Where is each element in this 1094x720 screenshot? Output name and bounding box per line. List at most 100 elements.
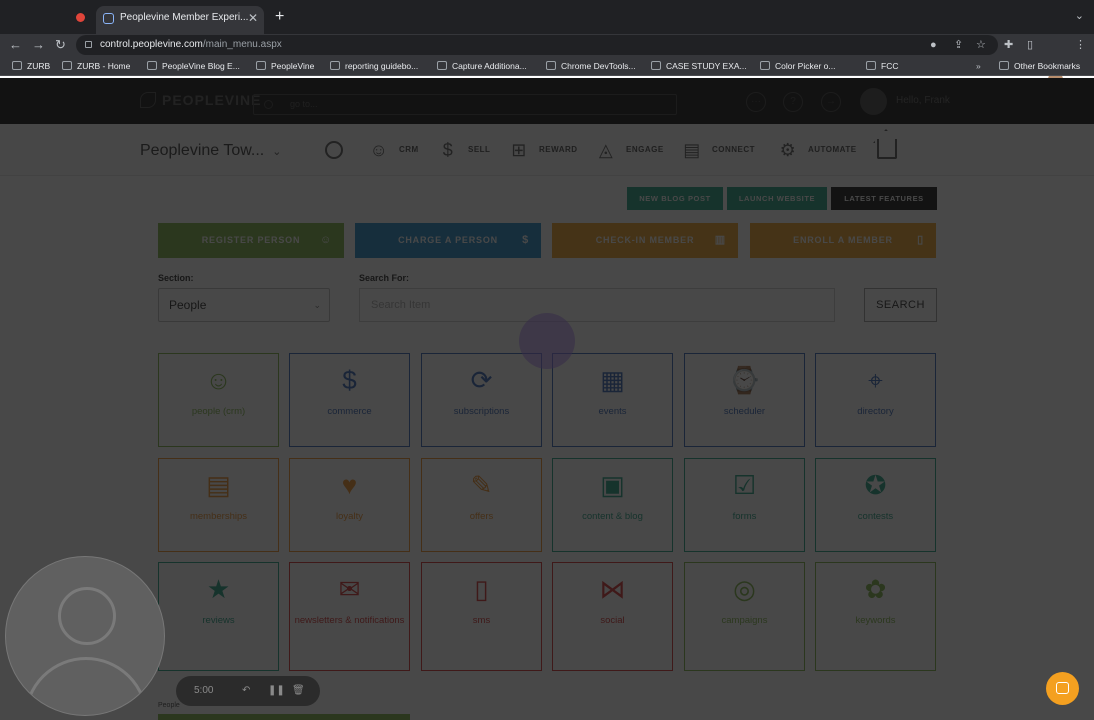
forward-icon[interactable]: → xyxy=(32,37,45,53)
module-tile[interactable]: ⋈ social xyxy=(552,562,673,671)
module-tile[interactable]: ✿ keywords xyxy=(815,562,936,671)
nav-reward[interactable]: ⊞ REWARD xyxy=(507,137,578,163)
module-tile[interactable]: ◎ campaigns xyxy=(684,562,805,671)
chevron-down-icon: ⌄ xyxy=(272,146,282,158)
module-tile-label: scheduler xyxy=(723,406,766,417)
module-tile[interactable]: ⌚ scheduler xyxy=(684,353,805,447)
search-icon[interactable] xyxy=(325,141,343,159)
more-options-icon[interactable]: ··· xyxy=(746,92,766,112)
site-selector[interactable]: Peoplevine Tow... ⌄ xyxy=(140,141,281,162)
pause-icon[interactable]: ❚❚ xyxy=(268,683,285,699)
nav-crm[interactable]: ☺ CRM xyxy=(367,137,419,163)
lock-icon xyxy=(85,41,92,48)
browser-toolbar: ← → ↻ control.peoplevine.com/main_menu.a… xyxy=(0,34,1094,87)
chat-launcher-button[interactable] xyxy=(1046,672,1079,705)
module-tile-label: social xyxy=(600,615,625,626)
bookmark-item[interactable]: CASE STUDY EXA... xyxy=(651,59,747,73)
tab-search-icon[interactable]: ⌄ xyxy=(1075,9,1084,22)
launch-website-button[interactable]: LAUNCH WEBSITE xyxy=(727,187,827,210)
logout-icon[interactable]: → xyxy=(821,92,841,112)
bookmark-item[interactable]: reporting guidebo... xyxy=(330,59,418,73)
module-tile[interactable]: ✪ contests xyxy=(815,458,936,552)
module-tile[interactable]: ♥ loyalty xyxy=(289,458,410,552)
module-tile[interactable]: ✉ newsletters & notifications xyxy=(289,562,410,671)
share-icon[interactable]: ⇪ xyxy=(954,37,963,53)
url-path: /main_menu.aspx xyxy=(202,39,282,50)
search-button[interactable]: SEARCH xyxy=(864,288,937,322)
bookmark-item[interactable]: PeopleVine Blog E... xyxy=(147,59,240,73)
menu-icon[interactable]: ⋮ xyxy=(1075,37,1086,53)
module-tile[interactable]: ⟳ subscriptions xyxy=(421,353,542,447)
people-icon: ☺ xyxy=(205,365,232,395)
bookmark-star-icon[interactable]: ☆ xyxy=(976,37,986,53)
nav-engage[interactable]: ◬ ENGAGE xyxy=(594,137,664,163)
browser-tab-bar: Peoplevine Member Experi... ✕ + ⌄ xyxy=(0,0,1094,34)
envelope-icon: ✉ xyxy=(338,574,361,604)
browser-tab[interactable]: Peoplevine Member Experi... ✕ xyxy=(96,6,264,34)
badge-icon: ▥ xyxy=(714,234,726,246)
engage-icon: ◬ xyxy=(598,140,614,160)
bookmark-item[interactable]: Chrome DevTools... xyxy=(546,59,636,73)
back-icon[interactable]: ← xyxy=(9,37,22,53)
module-tile-label: campaigns xyxy=(721,615,768,626)
module-tile[interactable]: ⌖ directory xyxy=(815,353,936,447)
reload-icon[interactable]: ↻ xyxy=(55,37,66,53)
user-avatar[interactable] xyxy=(860,88,887,115)
module-tile[interactable]: ▯ sms xyxy=(421,562,542,671)
bookmark-item[interactable]: ZURB - Home xyxy=(62,59,130,73)
user-greeting[interactable]: Hello, Frank xyxy=(896,94,950,108)
close-tab-icon[interactable]: ✕ xyxy=(248,6,258,30)
module-tile-label: memberships xyxy=(189,511,248,522)
module-tile[interactable]: ▣ content & blog xyxy=(552,458,673,552)
url-host: control.peoplevine.com xyxy=(100,39,203,50)
latest-features-button[interactable]: LATEST FEATURES xyxy=(831,187,937,210)
section-select[interactable]: People ⌄ xyxy=(158,288,330,322)
bookmark-item[interactable]: PeopleVine xyxy=(256,59,314,73)
peoplevine-logo[interactable]: PEOPLEVINE xyxy=(140,91,261,109)
module-tile[interactable]: ☺ people (crm) xyxy=(158,353,279,447)
bookmark-item[interactable]: Color Picker o... xyxy=(760,59,835,73)
module-tile[interactable]: ☑ forms xyxy=(684,458,805,552)
bookmark-item[interactable]: ZURB xyxy=(12,59,50,73)
check-in-member-button[interactable]: CHECK-IN MEMBER ▥ xyxy=(552,223,738,258)
nav-sell[interactable]: $ SELL xyxy=(436,137,490,163)
microphone-icon[interactable]: ● xyxy=(930,37,937,53)
search-for-label: Search For: xyxy=(359,273,410,283)
recorder-controls: 5:00 ↶ ❚❚ 🗑 xyxy=(176,676,320,706)
trash-icon[interactable]: 🗑 xyxy=(292,683,305,699)
more-bookmarks-icon[interactable]: » xyxy=(976,59,981,73)
bookmark-item[interactable]: FCC xyxy=(866,59,898,73)
help-icon[interactable]: ? xyxy=(783,92,803,112)
new-blog-post-button[interactable]: NEW BLOG POST xyxy=(627,187,723,210)
dollar-icon: $ xyxy=(522,234,529,246)
address-bar[interactable]: control.peoplevine.com/main_menu.aspx xyxy=(76,35,998,55)
module-tile[interactable]: $ commerce xyxy=(289,353,410,447)
nav-connect[interactable]: ▤ CONNECT xyxy=(680,137,755,163)
bookmark-item[interactable]: Capture Additiona... xyxy=(437,59,527,73)
register-person-button[interactable]: REGISTER PERSON ☺ xyxy=(158,223,344,258)
charge-person-button[interactable]: CHARGE A PERSON $ xyxy=(355,223,541,258)
extensions-icon[interactable]: ✚ xyxy=(1004,37,1013,53)
module-tile[interactable]: ▤ memberships xyxy=(158,458,279,552)
leaf-icon xyxy=(140,92,156,108)
other-bookmarks[interactable]: Other Bookmarks xyxy=(999,59,1080,73)
module-tile[interactable]: ▦ events xyxy=(552,353,673,447)
undo-icon[interactable]: ↶ xyxy=(242,683,250,699)
watch-icon: ⌚ xyxy=(728,365,761,395)
module-tile[interactable]: ★ reviews xyxy=(158,562,279,671)
module-tile-label: events xyxy=(598,406,627,417)
goto-search-input[interactable]: go to... xyxy=(253,94,677,115)
gear-icon: ⚙ xyxy=(779,140,797,160)
new-tab-button[interactable]: + xyxy=(275,7,284,27)
module-tile[interactable]: ✎ offers xyxy=(421,458,542,552)
home-icon[interactable] xyxy=(877,139,897,159)
search-item-input[interactable]: Search Item xyxy=(359,288,835,322)
webcam-bubble[interactable] xyxy=(5,556,165,716)
enroll-member-button[interactable]: ENROLL A MEMBER ▯ xyxy=(750,223,936,258)
recording-timer: 5:00 xyxy=(194,685,214,696)
sidebar-icon[interactable]: ▯ xyxy=(1027,37,1033,53)
nav-automate[interactable]: ⚙ AUTOMATE xyxy=(776,137,857,163)
module-tile-label: newsletters & notifications xyxy=(294,615,405,626)
recording-indicator-icon xyxy=(76,13,85,22)
tag-icon: ✎ xyxy=(470,470,493,500)
